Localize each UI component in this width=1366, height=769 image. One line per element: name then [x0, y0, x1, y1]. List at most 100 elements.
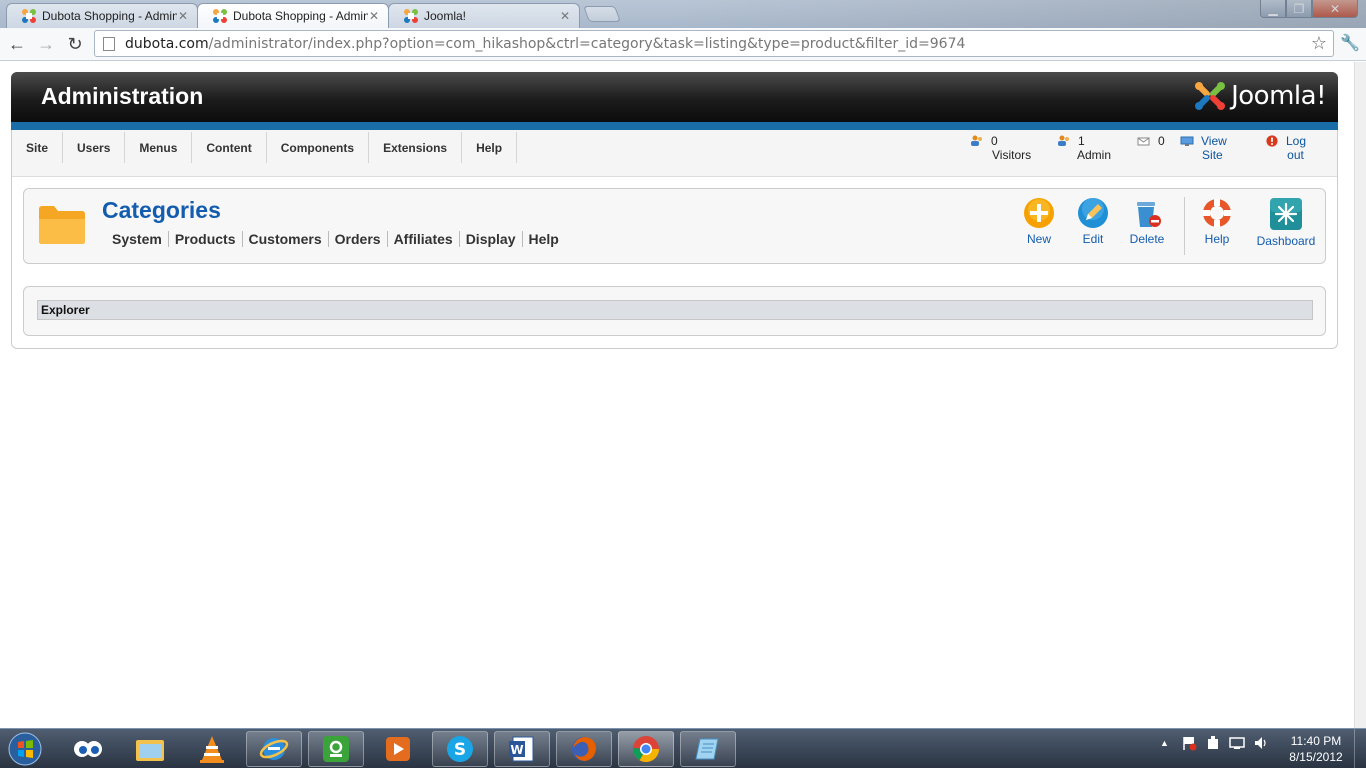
- close-icon[interactable]: ✕: [559, 9, 571, 23]
- admin-label: Admin: [1077, 148, 1112, 162]
- menu-item-users[interactable]: Users: [63, 132, 126, 163]
- minimize-button[interactable]: ▁: [1260, 0, 1286, 18]
- browser-tab-title: Dubota Shopping - Admin: [233, 9, 368, 23]
- view-site-line1[interactable]: View: [1201, 134, 1227, 148]
- svg-text:S: S: [454, 740, 466, 760]
- network-icon[interactable]: [1229, 735, 1245, 751]
- dashboard-button-label: Dashboard: [1256, 234, 1316, 248]
- submenu-orders[interactable]: Orders: [329, 231, 388, 247]
- submenu-display[interactable]: Display: [460, 231, 523, 247]
- messages-icon: [1137, 137, 1150, 146]
- menu-item-content[interactable]: Content: [192, 132, 267, 163]
- windows-start-icon[interactable]: [5, 730, 45, 768]
- logout-line2[interactable]: out: [1285, 148, 1306, 162]
- taskbar-vlc-icon[interactable]: [184, 731, 240, 767]
- browser-tab-title: Joomla!: [424, 9, 467, 23]
- delete-button-label: Delete: [1129, 232, 1165, 246]
- new-button[interactable]: New: [1016, 197, 1062, 246]
- view-site-line2[interactable]: Site: [1198, 148, 1227, 162]
- url-host: dubota.com: [125, 35, 209, 52]
- visitors-count: 0: [991, 134, 998, 148]
- edit-button[interactable]: Edit: [1070, 197, 1116, 246]
- browser-tab-1[interactable]: Dubota Shopping - Admin ✕: [6, 3, 198, 28]
- taskbar-word-icon[interactable]: W: [494, 731, 550, 767]
- monitor-icon: [1180, 136, 1194, 146]
- menu-item-help[interactable]: Help: [462, 132, 518, 163]
- taskbar-chrome-icon[interactable]: [618, 731, 674, 767]
- power-icon[interactable]: [1205, 735, 1221, 751]
- dashboard-button[interactable]: Dashboard: [1253, 197, 1319, 248]
- explorer-header[interactable]: Explorer: [37, 300, 1313, 320]
- browser-tab-3[interactable]: Joomla! ✕: [388, 3, 580, 28]
- joomla-logo-icon: [1195, 82, 1226, 110]
- pencil-icon: [1078, 198, 1108, 228]
- help-button[interactable]: Help: [1197, 197, 1237, 246]
- logout-link[interactable]: Log out: [1265, 134, 1306, 162]
- main-menu: Site Users Menus Content Components Exte…: [12, 132, 518, 163]
- close-icon[interactable]: ✕: [368, 9, 380, 23]
- reload-icon[interactable]: ↻: [63, 32, 87, 56]
- submenu-affiliates[interactable]: Affiliates: [388, 231, 460, 247]
- trash-icon: [1137, 202, 1161, 227]
- back-arrow-icon[interactable]: ←: [5, 32, 29, 56]
- taskbar-notepad-icon[interactable]: [680, 731, 736, 767]
- taskbar-firefox-icon[interactable]: [556, 731, 612, 767]
- submenu-products[interactable]: Products: [169, 231, 243, 247]
- menu-item-site[interactable]: Site: [12, 132, 64, 163]
- help-button-label: Help: [1204, 232, 1230, 246]
- browser-tab-2[interactable]: Dubota Shopping - Admin ✕: [197, 3, 389, 28]
- joomla-favicon-icon: [22, 9, 36, 23]
- submenu-help[interactable]: Help: [523, 231, 565, 247]
- admin-menubar: Site Users Menus Content Components Exte…: [12, 130, 1337, 177]
- bookmark-star-icon[interactable]: ☆: [1311, 33, 1327, 54]
- wrench-icon[interactable]: 🔧: [1340, 33, 1360, 53]
- users-icon: [971, 135, 982, 146]
- vertical-scrollbar[interactable]: [1354, 62, 1366, 728]
- show-desktop-button[interactable]: [1354, 729, 1366, 769]
- edit-button-label: Edit: [1082, 232, 1104, 246]
- maximize-button[interactable]: ❐: [1286, 0, 1312, 18]
- taskbar-explorer-icon[interactable]: [122, 731, 178, 767]
- new-tab-button[interactable]: [583, 6, 621, 22]
- volume-icon[interactable]: [1253, 735, 1269, 751]
- taskbar-green-app-icon[interactable]: [308, 731, 364, 767]
- action-center-flag-icon[interactable]: [1181, 735, 1197, 751]
- show-hidden-icons-icon[interactable]: ▲: [1160, 738, 1169, 748]
- submenu-customers[interactable]: Customers: [243, 231, 329, 247]
- view-site-link[interactable]: View Site: [1180, 134, 1227, 162]
- submenu-system[interactable]: System: [106, 231, 169, 247]
- explorer-panel: Explorer: [23, 286, 1326, 336]
- page-viewport: Administration Joomla! Site Users Menus …: [0, 62, 1354, 728]
- clock-time: 11:40 PM: [1290, 734, 1342, 748]
- system-tray: ▲: [1160, 735, 1269, 751]
- scrollbar-thumb[interactable]: [1357, 64, 1364, 724]
- hikashop-submenu: System Products Customers Orders Affilia…: [106, 231, 565, 247]
- delete-button[interactable]: Delete: [1124, 197, 1170, 246]
- forward-arrow-icon[interactable]: →: [34, 32, 58, 56]
- address-bar[interactable]: dubota.com/administrator/index.php?optio…: [94, 30, 1334, 57]
- taskbar-media-player-icon[interactable]: [370, 731, 426, 767]
- messages-status[interactable]: 0: [1137, 134, 1165, 148]
- menu-item-extensions[interactable]: Extensions: [369, 132, 463, 163]
- header-accent-bar: [11, 122, 1338, 130]
- page-header-title: Administration: [41, 83, 204, 109]
- logout-line1[interactable]: Log: [1286, 134, 1306, 148]
- admin-status: 1 Admin: [1057, 134, 1111, 162]
- clock-date: 8/15/2012: [1289, 750, 1343, 764]
- folder-icon: [39, 206, 85, 244]
- svg-text:W: W: [510, 743, 523, 757]
- toolbar-divider: [1184, 197, 1185, 255]
- menu-item-menus[interactable]: Menus: [125, 132, 193, 163]
- taskbar-skype-icon[interactable]: S: [432, 731, 488, 767]
- close-icon[interactable]: ✕: [177, 9, 189, 23]
- close-window-button[interactable]: ✕: [1312, 0, 1358, 18]
- new-button-label: New: [1026, 232, 1051, 246]
- joomla-favicon-icon: [213, 9, 227, 23]
- taskbar-messenger-icon[interactable]: [60, 731, 116, 767]
- visitors-status: 0 Visitors: [970, 134, 1031, 162]
- menu-item-components[interactable]: Components: [267, 132, 370, 163]
- taskbar-clock[interactable]: 11:40 PM 8/15/2012: [1282, 733, 1350, 765]
- taskbar-internet-explorer-icon[interactable]: [246, 731, 302, 767]
- joomla-favicon-icon: [404, 9, 418, 23]
- messages-count: 0: [1158, 134, 1165, 148]
